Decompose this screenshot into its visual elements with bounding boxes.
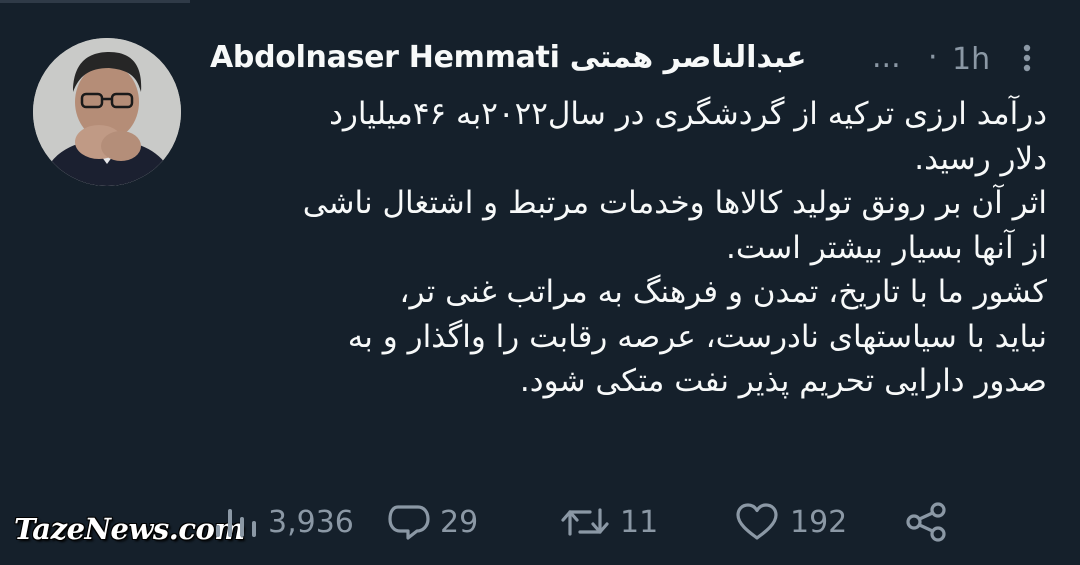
like-count: 192	[790, 504, 848, 540]
share-button[interactable]	[904, 495, 948, 549]
tweet-text: درآمد ارزی ترکیه از گردشگری در سال۲۰۲۲به…	[205, 92, 1047, 404]
user-handle[interactable]: ...	[872, 38, 901, 78]
reply-button[interactable]: 29	[388, 495, 478, 549]
reply-count: 29	[440, 504, 479, 540]
tweet-header: Abdolnaser Hemmati عبدالناصر همتی ... · …	[210, 36, 1050, 80]
display-name[interactable]: Abdolnaser Hemmati عبدالناصر همتی	[210, 38, 807, 78]
views-count: 3,936	[268, 504, 354, 540]
top-divider	[0, 0, 190, 3]
like-button[interactable]: 192	[734, 495, 847, 549]
views-button[interactable]: 3,936	[214, 495, 354, 549]
retweet-button[interactable]: 11	[560, 495, 658, 549]
header-separator: ·	[928, 40, 938, 75]
avatar[interactable]	[33, 38, 181, 186]
tweet-paragraph: اثر آن بر رونق تولید کالاها وخدمات مرتبط…	[302, 185, 1047, 266]
avatar-portrait-image	[33, 38, 181, 186]
more-vertical-icon	[1023, 44, 1031, 72]
more-options-button[interactable]	[1015, 36, 1039, 80]
tweet-timestamp[interactable]: 1h	[952, 40, 990, 80]
retweet-count: 11	[620, 504, 659, 540]
reply-bubble-icon	[388, 505, 430, 540]
heart-icon	[736, 503, 778, 540]
tweet-action-bar: 3,936 29 11 192	[0, 495, 1080, 549]
tweet-paragraph: درآمد ارزی ترکیه از گردشگری در سال۲۰۲۲به…	[329, 96, 1047, 177]
retweet-icon	[561, 508, 609, 536]
share-icon	[906, 502, 946, 542]
tweet-paragraph: کشور ما با تاریخ، تمدن و فرهنگ به مراتب …	[347, 274, 1047, 399]
views-bar-chart-icon	[216, 509, 256, 537]
